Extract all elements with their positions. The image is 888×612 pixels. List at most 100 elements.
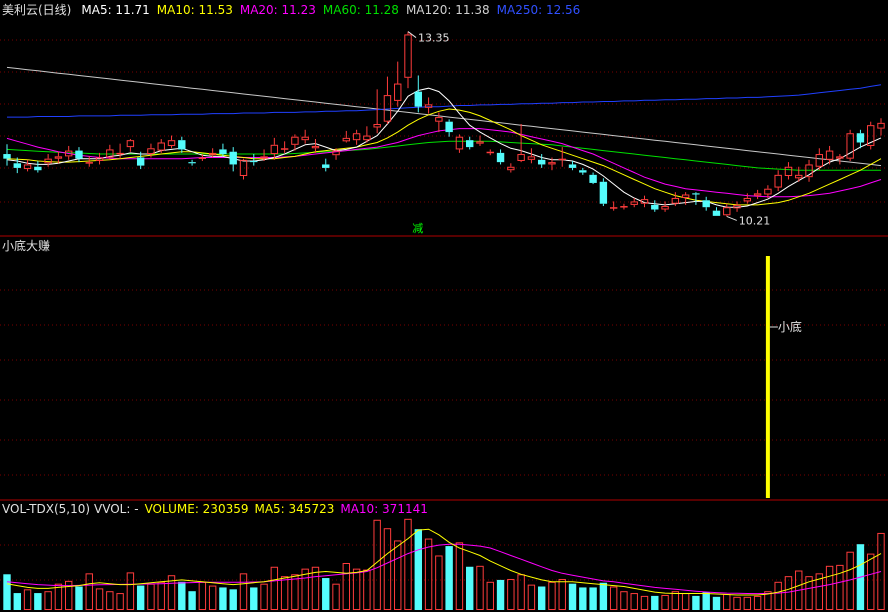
- candle-body: [250, 160, 258, 163]
- volume-bar: [640, 595, 649, 611]
- candle-body: [476, 141, 484, 144]
- volume-bar: [311, 566, 320, 611]
- volume-bar: [496, 579, 505, 610]
- candle-body: [466, 140, 474, 148]
- candle-body: [568, 164, 577, 168]
- candle-body: [13, 163, 21, 168]
- volume-bar: [774, 581, 782, 610]
- volume-bar: [394, 540, 402, 610]
- candle-body: [342, 137, 351, 142]
- ma250-line: [7, 84, 882, 118]
- volume-bar: [712, 596, 721, 610]
- candle: [301, 129, 309, 144]
- volume-ma5-line: [6, 528, 882, 596]
- candle-body: [291, 136, 299, 145]
- candle: [805, 159, 813, 182]
- volume-bar: [208, 585, 217, 610]
- ma250-readout: MA250: 12.56: [496, 3, 581, 17]
- volume-bar: [568, 583, 577, 610]
- candle: [723, 203, 731, 217]
- candle-body: [404, 34, 412, 78]
- volume-bar: [116, 593, 124, 611]
- volume-bar: [352, 568, 361, 611]
- candle: [445, 119, 453, 137]
- candle: [424, 97, 433, 114]
- candle-body: [579, 170, 587, 173]
- volume-bar: [424, 538, 433, 610]
- volume-bar: [445, 546, 453, 610]
- candle-body: [702, 200, 710, 208]
- candle-body: [188, 162, 196, 164]
- high-price-label: 13.35: [418, 32, 450, 45]
- volume-bar: [825, 565, 834, 611]
- volume-bar: [95, 588, 104, 611]
- candle-body: [424, 104, 433, 108]
- candle: [280, 141, 289, 153]
- stock-title: 美利云(日线): [2, 3, 72, 17]
- candle: [363, 126, 371, 143]
- volume-bar: [548, 581, 556, 610]
- candle: [383, 76, 392, 124]
- volume-bar: [414, 529, 422, 610]
- volume-bar: [23, 589, 32, 611]
- volume-bar: [239, 573, 248, 611]
- candle-body: [774, 174, 782, 188]
- candle-body: [126, 140, 135, 148]
- volume-bar: [723, 594, 731, 611]
- candle-body: [414, 91, 422, 107]
- candle: [178, 136, 186, 153]
- volume-bar: [157, 581, 165, 610]
- volume-bar: [404, 518, 412, 611]
- volume-bar: [753, 595, 762, 611]
- volume-bar: [702, 592, 710, 610]
- stock-chart[interactable]: 小底 13.35 10.21 减: [0, 0, 888, 612]
- candle: [188, 159, 196, 166]
- candle-body: [445, 121, 453, 133]
- signal-layer: 小底: [765, 256, 802, 498]
- volume-bar: [188, 591, 196, 610]
- low-pointer: [726, 215, 737, 221]
- candle: [877, 118, 885, 136]
- candle-body: [219, 149, 227, 155]
- candle-body: [856, 133, 865, 143]
- candle-body: [394, 83, 402, 101]
- volume-bar: [198, 581, 207, 610]
- candle-body: [229, 151, 237, 165]
- candle-body: [486, 151, 494, 154]
- candle: [609, 201, 618, 211]
- volume-bars: [3, 518, 885, 611]
- volume-bar: [270, 566, 279, 611]
- low-price-label: 10.21: [739, 214, 771, 227]
- reduce-marker: 减: [412, 222, 423, 235]
- candle-body: [435, 117, 443, 122]
- candle-body: [825, 150, 834, 160]
- candle-body: [723, 207, 731, 216]
- volume-bar: [867, 553, 875, 610]
- volume-bar: [579, 587, 587, 610]
- candle: [712, 207, 721, 216]
- volume-ma5-readout: MA5: 345723: [254, 502, 335, 516]
- volume-bar: [620, 591, 628, 611]
- volume-bar: [106, 591, 114, 611]
- volume-bar: [383, 528, 392, 610]
- volume-bar: [651, 595, 659, 610]
- candle-body: [455, 136, 464, 150]
- candle-body: [877, 122, 885, 129]
- volume-bar: [455, 542, 464, 611]
- candle: [486, 149, 494, 156]
- candle-body: [85, 162, 93, 164]
- volume-bar: [373, 519, 381, 611]
- candle: [589, 172, 597, 185]
- candle: [250, 154, 258, 166]
- candle: [496, 149, 505, 165]
- volume-bar: [3, 574, 11, 610]
- candle-body: [537, 159, 546, 165]
- volume-panel-header: VOL-TDX(5,10) VVOL: - VOLUME: 230359 MA5: 3…: [2, 501, 435, 517]
- candle: [352, 129, 361, 145]
- volume-bar: [507, 578, 515, 610]
- ma60-readout: MA60: 11.28: [322, 3, 399, 17]
- candle-body: [609, 207, 618, 209]
- candle-body: [692, 193, 700, 195]
- candle: [167, 135, 176, 149]
- volume-bar: [476, 565, 484, 611]
